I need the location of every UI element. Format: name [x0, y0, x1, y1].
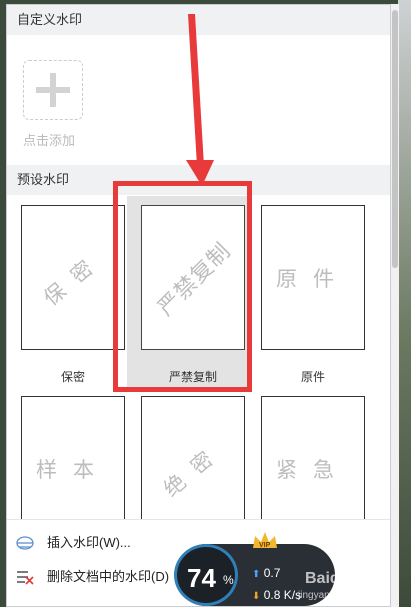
- memory-gauge: 74 %: [174, 544, 238, 606]
- upload-speed: ⬆ 0.7: [252, 566, 280, 580]
- crown-icon: VIP: [253, 532, 277, 549]
- annotation-arrow-icon: [186, 14, 214, 186]
- baidu-site-text: jingyan.baidu.com: [298, 590, 379, 601]
- gauge-percent-value: 74: [187, 563, 216, 593]
- up-arrow-icon: ⬆: [252, 569, 261, 580]
- down-arrow-icon: ⬇: [252, 591, 261, 602]
- download-value: 0.8: [263, 588, 281, 602]
- svg-text:VIP: VIP: [259, 542, 271, 549]
- baidu-logo-text: Baidu: [305, 570, 350, 587]
- upload-value: 0.7: [263, 566, 281, 580]
- download-speed: ⬇ 0.8 K/s: [252, 588, 301, 602]
- gauge-percent-sign: %: [223, 573, 234, 587]
